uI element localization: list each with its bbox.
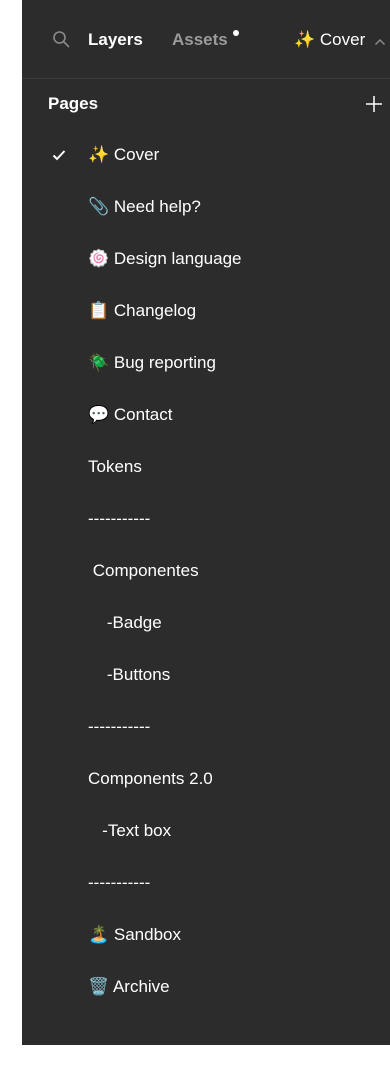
assets-update-dot bbox=[233, 30, 239, 36]
tab-assets[interactable]: Assets bbox=[172, 30, 228, 50]
page-item-need-help[interactable]: 📎 Need help? bbox=[22, 182, 390, 234]
pages-section-title: Pages bbox=[48, 94, 99, 113]
page-item-label: -Text box bbox=[88, 821, 172, 840]
page-item-sandbox[interactable]: 🏝️ Sandbox bbox=[22, 910, 390, 962]
page-item-label: ----------- bbox=[88, 717, 151, 736]
page-item-label: 💬 Contact bbox=[88, 405, 173, 424]
page-item-label: ✨ Cover bbox=[88, 145, 160, 164]
page-item-label: 🍥 Design language bbox=[88, 249, 242, 268]
page-item-label: -Buttons bbox=[88, 665, 171, 684]
page-item-label: 🪲 Bug reporting bbox=[88, 353, 216, 372]
page-item-label: Componentes bbox=[88, 561, 199, 580]
panel-topbar: Layers Assets ✨ Cover bbox=[22, 0, 390, 79]
search-icon[interactable] bbox=[52, 30, 70, 48]
page-item-label: Tokens bbox=[88, 457, 142, 476]
page-item-tokens[interactable]: Tokens bbox=[22, 442, 390, 494]
page-item-buttons[interactable]: -Buttons bbox=[22, 650, 390, 702]
page-item-label: 🏝️ Sandbox bbox=[88, 925, 182, 944]
page-item-design-language[interactable]: 🍥 Design language bbox=[22, 234, 390, 286]
page-item-bug-reporting[interactable]: 🪲 Bug reporting bbox=[22, 338, 390, 390]
checkmark-icon bbox=[52, 148, 66, 161]
page-item-label: -Badge bbox=[88, 613, 162, 632]
add-page-icon[interactable] bbox=[364, 94, 384, 114]
current-page-switcher[interactable]: ✨ Cover bbox=[294, 30, 365, 50]
page-item-archive[interactable]: 🗑️ Archive bbox=[22, 962, 390, 1014]
page-item-divider[interactable]: ----------- bbox=[22, 494, 390, 546]
tab-layers[interactable]: Layers bbox=[88, 30, 143, 50]
page-item-divider[interactable]: ----------- bbox=[22, 858, 390, 910]
page-item-contact[interactable]: 💬 Contact bbox=[22, 390, 390, 442]
layers-panel: Layers Assets ✨ Cover Pages ✨ Cover 📎 Ne… bbox=[22, 0, 390, 1045]
page-item-componentes[interactable]: Componentes bbox=[22, 546, 390, 598]
page-item-badge[interactable]: -Badge bbox=[22, 598, 390, 650]
chevron-up-icon[interactable] bbox=[374, 34, 386, 46]
page-item-label: ----------- bbox=[88, 873, 151, 892]
page-item-cover[interactable]: ✨ Cover bbox=[22, 130, 390, 182]
page-item-text-box[interactable]: -Text box bbox=[22, 806, 390, 858]
page-item-changelog[interactable]: 📋 Changelog bbox=[22, 286, 390, 338]
page-item-label: 📋 Changelog bbox=[88, 301, 197, 320]
page-item-label: Components 2.0 bbox=[88, 769, 213, 788]
page-list: ✨ Cover 📎 Need help? 🍥 Design language 📋… bbox=[22, 130, 390, 1014]
page-item-components-2[interactable]: Components 2.0 bbox=[22, 754, 390, 806]
page-item-divider[interactable]: ----------- bbox=[22, 702, 390, 754]
page-item-label: ----------- bbox=[88, 509, 151, 528]
page-item-label: 🗑️ Archive bbox=[88, 977, 170, 996]
page-item-label: 📎 Need help? bbox=[88, 197, 201, 216]
